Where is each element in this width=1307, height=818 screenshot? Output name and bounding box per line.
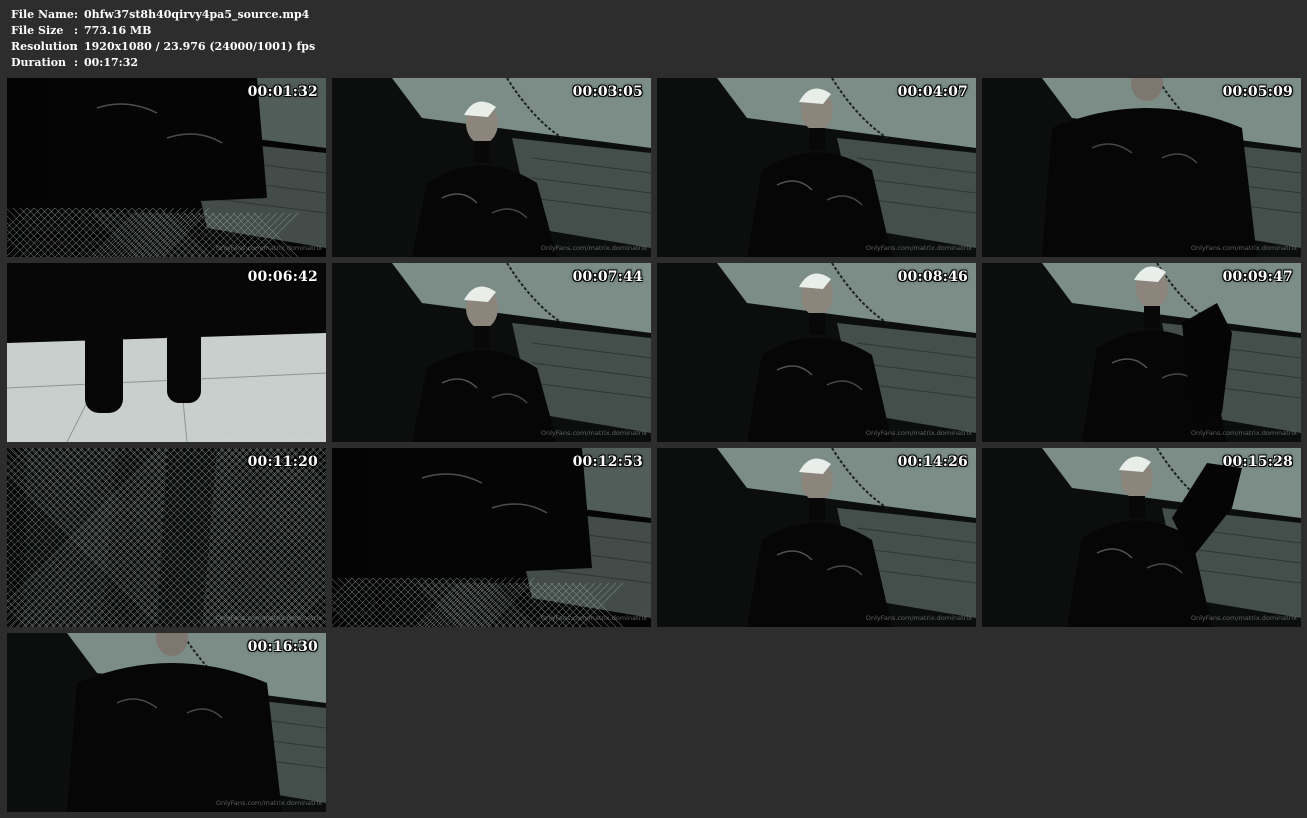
watermark-text: OnlyFans.com/matrix.dominatrix xyxy=(865,244,972,252)
video-thumbnail: 00:12:53 OnlyFans.com/matrix.dominatrix xyxy=(332,448,651,627)
frame-image xyxy=(332,263,651,442)
file-info-value: 0hfw37st8h40qirvy4pa5_source.mp4 xyxy=(84,8,310,21)
video-thumbnail: 00:15:28 OnlyFans.com/matrix.dominatrix xyxy=(982,448,1301,627)
frame-image xyxy=(982,263,1301,442)
frame-image xyxy=(982,448,1301,627)
thumbnail-timestamp: 00:08:46 xyxy=(897,269,968,285)
watermark-text: OnlyFans.com/matrix.dominatrix xyxy=(1190,614,1297,622)
file-info-row: Duration:00:17:32 xyxy=(11,55,315,71)
frame-image xyxy=(657,448,976,627)
watermark-text: OnlyFans.com/matrix.dominatrix xyxy=(215,429,322,437)
thumbnail-timestamp: 00:07:44 xyxy=(572,269,643,285)
thumbnail-timestamp: 00:15:28 xyxy=(1222,454,1293,470)
file-info-label: Duration xyxy=(11,56,67,69)
file-info-label: File Size xyxy=(11,24,64,37)
frame-image xyxy=(7,263,326,442)
file-info-panel: File Name:0hfw37st8h40qirvy4pa5_source.m… xyxy=(11,7,315,71)
video-thumbnail: 00:08:46 OnlyFans.com/matrix.dominatrix xyxy=(657,263,976,442)
video-thumbnail: 00:14:26 OnlyFans.com/matrix.dominatrix xyxy=(657,448,976,627)
frame-image xyxy=(982,78,1301,257)
file-info-value: 00:17:32 xyxy=(84,56,139,69)
file-info-separator: : xyxy=(74,8,79,21)
thumbnail-timestamp: 00:09:47 xyxy=(1222,269,1293,285)
thumbnail-timestamp: 00:16:30 xyxy=(247,639,318,655)
file-info-value: 773.16 MB xyxy=(84,24,152,37)
file-info-label: Resolution xyxy=(11,40,78,53)
watermark-text: OnlyFans.com/matrix.dominatrix xyxy=(215,614,322,622)
watermark-text: OnlyFans.com/matrix.dominatrix xyxy=(540,429,647,437)
file-info-label: File Name xyxy=(11,8,74,21)
video-thumbnail: 00:05:09 OnlyFans.com/matrix.dominatrix xyxy=(982,78,1301,257)
file-info-row: File Name:0hfw37st8h40qirvy4pa5_source.m… xyxy=(11,7,315,23)
watermark-text: OnlyFans.com/matrix.dominatrix xyxy=(865,614,972,622)
video-thumbnail: 00:06:42 OnlyFans.com/matrix.dominatrix xyxy=(7,263,326,442)
watermark-text: OnlyFans.com/matrix.dominatrix xyxy=(540,244,647,252)
file-info-separator: : xyxy=(74,56,79,69)
video-thumbnail: 00:01:32 OnlyFans.com/matrix.dominatrix xyxy=(7,78,326,257)
video-thumbnail: 00:07:44 OnlyFans.com/matrix.dominatrix xyxy=(332,263,651,442)
video-thumbnail: 00:16:30 OnlyFans.com/matrix.dominatrix xyxy=(7,633,326,812)
thumbnail-timestamp: 00:12:53 xyxy=(572,454,643,470)
frame-image xyxy=(657,78,976,257)
thumbnail-timestamp: 00:05:09 xyxy=(1222,84,1293,100)
frame-image xyxy=(657,263,976,442)
file-info-separator: : xyxy=(74,40,79,53)
frame-image xyxy=(7,633,326,812)
thumbnail-timestamp: 00:06:42 xyxy=(247,269,318,285)
watermark-text: OnlyFans.com/matrix.dominatrix xyxy=(1190,244,1297,252)
watermark-text: OnlyFans.com/matrix.dominatrix xyxy=(865,429,972,437)
thumbnail-timestamp: 00:03:05 xyxy=(572,84,643,100)
file-info-separator: : xyxy=(74,24,79,37)
file-info-row: Resolution:1920x1080 / 23.976 (24000/100… xyxy=(11,39,315,55)
thumbnail-grid: 00:01:32 OnlyFans.com/matrix.dominatrix 0… xyxy=(7,78,1301,812)
video-thumbnail: 00:04:07 OnlyFans.com/matrix.dominatrix xyxy=(657,78,976,257)
thumbnail-timestamp: 00:14:26 xyxy=(897,454,968,470)
thumbnail-timestamp: 00:01:32 xyxy=(247,84,318,100)
frame-image xyxy=(332,78,651,257)
frame-image xyxy=(7,78,326,257)
frame-image xyxy=(7,448,326,627)
thumbnail-timestamp: 00:04:07 xyxy=(897,84,968,100)
watermark-text: OnlyFans.com/matrix.dominatrix xyxy=(1190,429,1297,437)
file-info-value: 1920x1080 / 23.976 (24000/1001) fps xyxy=(84,40,316,53)
watermark-text: OnlyFans.com/matrix.dominatrix xyxy=(215,799,322,807)
watermark-text: OnlyFans.com/matrix.dominatrix xyxy=(540,614,647,622)
frame-image xyxy=(332,448,651,627)
video-thumbnail: 00:11:20 OnlyFans.com/matrix.dominatrix xyxy=(7,448,326,627)
file-info-row: File Size:773.16 MB xyxy=(11,23,315,39)
video-thumbnail: 00:09:47 OnlyFans.com/matrix.dominatrix xyxy=(982,263,1301,442)
watermark-text: OnlyFans.com/matrix.dominatrix xyxy=(215,244,322,252)
thumbnail-timestamp: 00:11:20 xyxy=(247,454,318,470)
video-thumbnail: 00:03:05 OnlyFans.com/matrix.dominatrix xyxy=(332,78,651,257)
